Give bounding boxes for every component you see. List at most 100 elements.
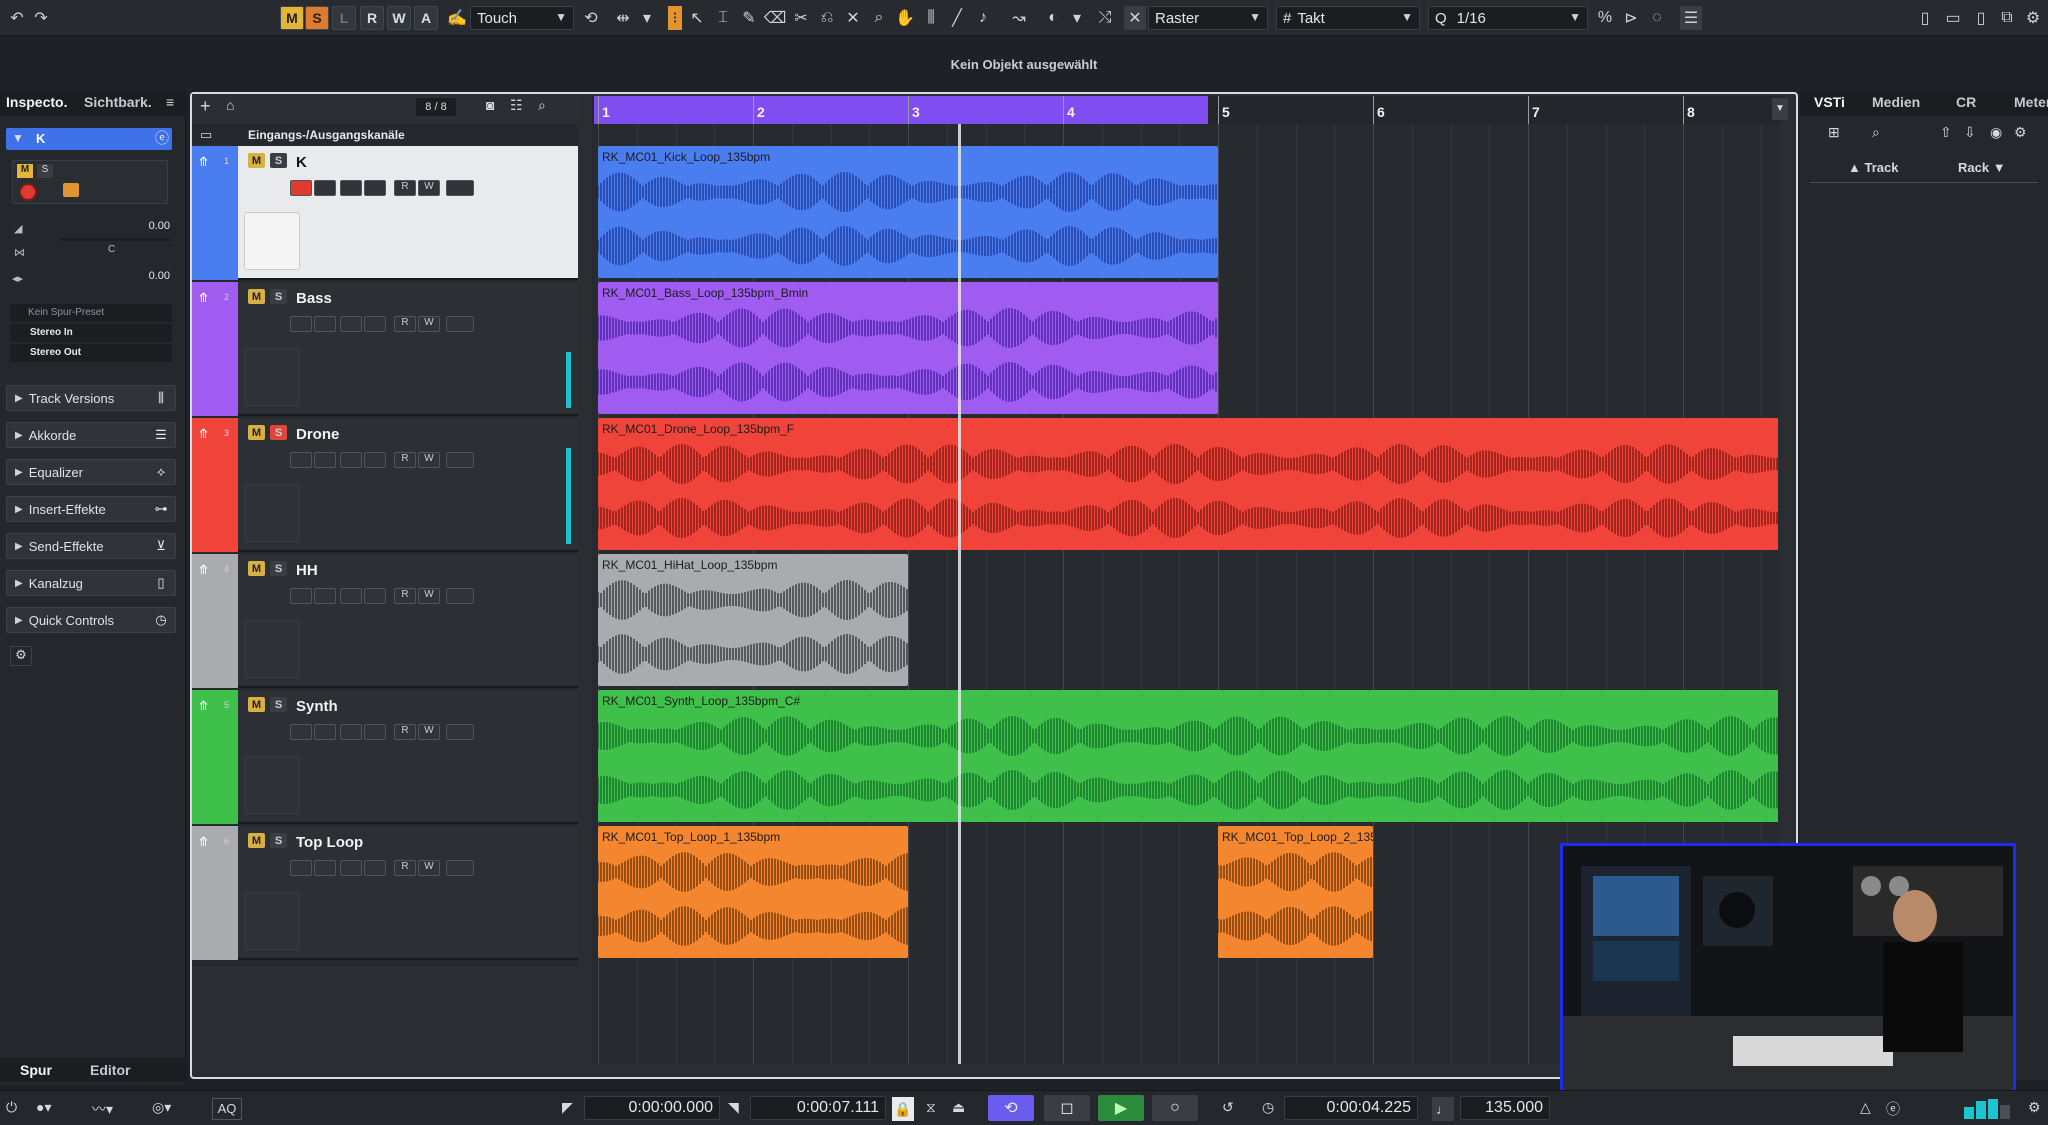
lanes-icon[interactable] (446, 180, 474, 196)
track-row[interactable]: ⤊ 5 M S Synth R W (192, 690, 578, 824)
track-mute-button[interactable]: M (248, 697, 265, 712)
redo-icon[interactable]: ↷ (30, 6, 52, 30)
edit-icon[interactable] (340, 724, 362, 740)
punch-in-icon[interactable]: ⧖ (926, 1099, 936, 1116)
add-track-icon[interactable]: + (200, 96, 211, 117)
lanes-icon[interactable] (446, 724, 474, 740)
autoscroll-icon[interactable]: ⤭ (1094, 6, 1116, 30)
dropdown-circle-icon[interactable]: ◉ (1990, 124, 2002, 141)
track-name[interactable]: Bass (296, 290, 332, 307)
track-mute-button[interactable]: M (248, 561, 265, 576)
play-tool-icon[interactable]: ♪ (972, 6, 994, 30)
constrain-icon[interactable]: ⇹ (612, 6, 634, 30)
record-enable-icon[interactable] (290, 860, 312, 876)
edit-channel-icon[interactable]: ⓔ (152, 128, 172, 150)
audio-event[interactable]: RK_MC01_Bass_Loop_135bpm_Bmin (598, 282, 1218, 414)
section-track-versions[interactable]: ▶ Track Versions ⫼ (6, 385, 176, 411)
edit-icon[interactable] (340, 452, 362, 468)
auto-quantize-icon[interactable]: ◌ (1646, 6, 1668, 30)
section-quick-controls[interactable]: ▶ Quick Controls ◷ (6, 607, 176, 633)
input-routing-field[interactable]: Stereo In (10, 324, 172, 342)
write-button[interactable]: W (418, 724, 440, 740)
section-chords[interactable]: ▶ Akkorde ☰ (6, 422, 176, 448)
inspector-track-header[interactable]: ▼ K (6, 128, 172, 150)
settings-icon[interactable]: ⚙ (2028, 1099, 2041, 1116)
folder-track[interactable]: ▭ Eingangs-/Ausgangskanäle (192, 124, 578, 146)
track-mute-button[interactable]: M (248, 833, 265, 848)
read-button[interactable]: R (394, 316, 416, 332)
audio-event[interactable]: RK_MC01_Top_Loop_1_135bpm (598, 826, 908, 958)
read-button[interactable]: R (394, 180, 416, 196)
track-solo-button[interactable]: S (270, 561, 287, 576)
read-button[interactable]: R (394, 860, 416, 876)
range-tool-icon[interactable]: ⌶ (712, 6, 734, 30)
color-tool-icon[interactable]: ◐ (1042, 6, 1064, 30)
link-icon[interactable] (364, 452, 386, 468)
link-icon[interactable] (364, 860, 386, 876)
punch-out-icon[interactable]: ⏏ (952, 1099, 965, 1116)
track-name[interactable]: K (296, 154, 307, 171)
edit-icon[interactable] (340, 860, 362, 876)
track-row[interactable]: ⤊ 1 M S K R W (192, 146, 578, 280)
track-name[interactable]: Synth (296, 698, 338, 715)
tab-meter[interactable]: Meter (2014, 94, 2048, 110)
track-row[interactable]: ⤊ 4 M S HH R W (192, 554, 578, 688)
quantize-presets-icon[interactable]: ⊳ (1620, 6, 1642, 30)
track-solo-button[interactable]: S (270, 153, 287, 168)
inspector-solo-button[interactable]: S (37, 164, 53, 178)
dropdown-arrow-icon[interactable]: ▾ (636, 6, 658, 30)
add-instrument-icon[interactable]: ⊞ (1828, 124, 1840, 141)
track-name[interactable]: Top Loop (296, 834, 363, 851)
audio-event[interactable]: RK_MC01_Synth_Loop_135bpm_C# (598, 690, 1778, 822)
ruler-menu-icon[interactable]: ▼ (1772, 98, 1788, 120)
write-automation-button[interactable]: W (387, 6, 411, 30)
tab-cr[interactable]: CR (1956, 94, 1976, 110)
visibility-icon[interactable]: ◙ (486, 97, 494, 113)
lanes-icon[interactable] (446, 860, 474, 876)
metronome-icon[interactable]: △ (1860, 1099, 1871, 1116)
read-automation-button[interactable]: R (360, 6, 384, 30)
left-locator-icon[interactable]: ◤ (562, 1099, 573, 1116)
record-enable-icon[interactable] (290, 588, 312, 604)
delay-value[interactable]: 0.00 (60, 270, 170, 284)
monitor-button[interactable] (63, 183, 79, 197)
comp-tool-icon[interactable]: ⫼ (920, 6, 942, 30)
left-locator-field[interactable]: 0:00:00.000 (584, 1096, 720, 1120)
play-button[interactable]: ▶ (1098, 1095, 1144, 1121)
monitor-icon[interactable] (314, 316, 336, 332)
write-button[interactable]: W (418, 588, 440, 604)
menu-icon[interactable]: ≡ (166, 94, 174, 110)
read-button[interactable]: R (394, 588, 416, 604)
write-button[interactable]: W (418, 452, 440, 468)
track-preset-field[interactable]: Kein Spur-Preset (10, 304, 172, 322)
pointer-tool-icon[interactable]: ↖ (686, 6, 708, 30)
track-row[interactable]: ⤊ 6 M S Top Loop R W (192, 826, 578, 960)
precount-icon[interactable]: ⓔ (1886, 1099, 1900, 1119)
zoom-tool-icon[interactable]: ⌕ (868, 6, 890, 30)
volume-value[interactable]: 0.00 (60, 220, 170, 234)
write-button[interactable]: W (418, 180, 440, 196)
track-tab[interactable]: ▲ Track (1848, 160, 1898, 175)
edit-icon[interactable] (340, 316, 362, 332)
solo-button[interactable]: S (305, 6, 329, 30)
link-icon[interactable] (364, 588, 386, 604)
arrow-down-icon[interactable]: ⇩ (1964, 124, 1976, 141)
read-button[interactable]: R (394, 452, 416, 468)
arrow-up-icon[interactable]: ⇧ (1940, 124, 1952, 141)
quantize-select[interactable]: Q 1/16 ▼ (1428, 6, 1588, 30)
tempo-field[interactable]: 135.000 (1460, 1096, 1550, 1120)
split-tool-icon[interactable]: ✂ (790, 6, 812, 30)
warp-tool-icon[interactable]: ↝ (1008, 6, 1030, 30)
track-mute-button[interactable]: M (248, 425, 265, 440)
output-routing-field[interactable]: Stereo Out (10, 344, 172, 362)
record-enable-icon[interactable] (290, 724, 312, 740)
lock-icon[interactable]: 🔒 (892, 1097, 914, 1121)
lanes-icon[interactable] (446, 316, 474, 332)
list-icon[interactable]: ☷ (510, 97, 523, 114)
rack-tab[interactable]: Rack ▼ (1958, 160, 2006, 175)
tab-track[interactable]: Spur (20, 1062, 52, 1078)
punch-mode-icon[interactable]: ◎▾ (152, 1099, 171, 1116)
power-icon[interactable]: ⏻ (6, 1099, 17, 1116)
audio-event[interactable]: RK_MC01_Top_Loop_2_135 (1218, 826, 1373, 958)
position-field[interactable]: 0:00:04.225 (1284, 1096, 1418, 1120)
